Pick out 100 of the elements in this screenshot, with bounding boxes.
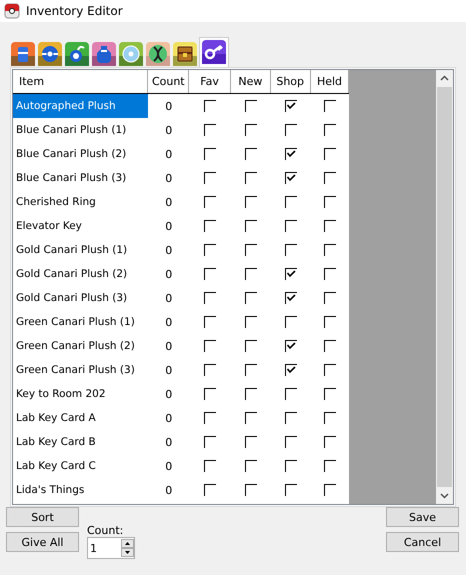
checkbox[interactable] — [244, 412, 257, 424]
checkbox[interactable] — [204, 196, 216, 208]
checkbox[interactable] — [204, 292, 216, 304]
checkbox[interactable] — [324, 172, 336, 184]
checkbox[interactable] — [244, 340, 257, 352]
checkbox[interactable] — [284, 148, 297, 160]
pocket-tab[interactable] — [172, 41, 198, 67]
checkbox[interactable] — [244, 220, 257, 232]
checkbox[interactable] — [204, 124, 216, 136]
checkbox[interactable] — [204, 340, 216, 352]
checkbox[interactable] — [244, 388, 257, 400]
scrollbar[interactable] — [436, 70, 453, 504]
checkbox[interactable] — [284, 220, 297, 232]
checkbox[interactable] — [324, 460, 336, 472]
spin-down-icon[interactable] — [121, 548, 134, 557]
checkbox[interactable] — [204, 148, 216, 160]
checkbox[interactable] — [244, 268, 257, 280]
checkbox[interactable] — [204, 268, 216, 280]
item-cell[interactable]: Elevator Key — [13, 214, 148, 238]
item-cell[interactable]: Lida's Things — [13, 478, 148, 502]
pocket-tab[interactable] — [145, 41, 171, 67]
count-spinner[interactable]: 1 — [87, 537, 135, 559]
item-cell[interactable]: Green Canari Plush (2) — [13, 334, 148, 358]
checkbox[interactable] — [284, 316, 297, 328]
checkbox[interactable] — [284, 412, 297, 424]
checkbox[interactable] — [244, 172, 257, 184]
item-cell[interactable]: Gold Canari Plush (1) — [13, 238, 148, 262]
checkbox[interactable] — [284, 436, 297, 448]
checkbox[interactable] — [324, 292, 336, 304]
checkbox[interactable] — [204, 244, 216, 256]
checkbox[interactable] — [244, 436, 257, 448]
checkbox[interactable] — [244, 148, 257, 160]
checkbox[interactable] — [284, 460, 297, 472]
checkbox[interactable] — [244, 292, 257, 304]
checkbox[interactable] — [284, 364, 297, 376]
checkbox[interactable] — [324, 364, 336, 376]
checkbox[interactable] — [244, 100, 257, 112]
checkbox[interactable] — [204, 100, 216, 112]
column-header[interactable]: Shop — [270, 70, 311, 93]
item-cell[interactable]: Gold Canari Plush (2) — [13, 262, 148, 286]
checkbox[interactable] — [324, 340, 336, 352]
checkbox[interactable] — [244, 244, 257, 256]
item-cell[interactable]: Blue Canari Plush (2) — [13, 142, 148, 166]
checkbox[interactable] — [284, 484, 297, 496]
item-cell[interactable]: Cherished Ring — [13, 190, 148, 214]
checkbox[interactable] — [284, 172, 297, 184]
checkbox[interactable] — [244, 364, 257, 376]
item-cell[interactable]: Blue Canari Plush (3) — [13, 166, 148, 190]
item-cell[interactable]: Key to Room 202 — [13, 382, 148, 406]
column-header[interactable]: Fav — [189, 70, 231, 93]
checkbox[interactable] — [284, 268, 297, 280]
spin-up-icon[interactable] — [121, 539, 134, 548]
checkbox[interactable] — [204, 364, 216, 376]
checkbox[interactable] — [284, 388, 297, 400]
pocket-tab[interactable] — [199, 37, 229, 67]
checkbox[interactable] — [324, 196, 336, 208]
item-cell[interactable]: Gold Canari Plush (3) — [13, 286, 148, 310]
item-cell[interactable]: Green Canari Plush (1) — [13, 310, 148, 334]
checkbox[interactable] — [204, 460, 216, 472]
give-all-button[interactable]: Give All — [6, 532, 79, 552]
checkbox[interactable] — [244, 196, 257, 208]
checkbox[interactable] — [244, 484, 257, 496]
item-cell[interactable]: Lab Key Card A — [13, 406, 148, 430]
sort-button[interactable]: Sort — [6, 507, 79, 527]
checkbox[interactable] — [204, 316, 216, 328]
scroll-thumb[interactable] — [437, 87, 452, 487]
checkbox[interactable] — [284, 340, 297, 352]
checkbox[interactable] — [324, 484, 336, 496]
checkbox[interactable] — [324, 220, 336, 232]
checkbox[interactable] — [324, 100, 336, 112]
checkbox[interactable] — [204, 484, 216, 496]
checkbox[interactable] — [284, 196, 297, 208]
checkbox[interactable] — [244, 316, 257, 328]
item-cell[interactable]: Green Canari Plush (3) — [13, 358, 148, 382]
item-cell[interactable]: Lab Key Card C — [13, 454, 148, 478]
checkbox[interactable] — [324, 148, 336, 160]
checkbox[interactable] — [324, 412, 336, 424]
checkbox[interactable] — [324, 244, 336, 256]
checkbox[interactable] — [324, 124, 336, 136]
item-cell[interactable]: Lab Key Card B — [13, 430, 148, 454]
checkbox[interactable] — [324, 436, 336, 448]
checkbox[interactable] — [324, 268, 336, 280]
checkbox[interactable] — [204, 388, 216, 400]
column-header[interactable]: Item — [13, 70, 148, 93]
checkbox[interactable] — [204, 436, 216, 448]
checkbox[interactable] — [204, 412, 216, 424]
checkbox[interactable] — [324, 388, 336, 400]
column-header[interactable]: New — [230, 70, 271, 93]
checkbox[interactable] — [204, 172, 216, 184]
checkbox[interactable] — [244, 124, 257, 136]
checkbox[interactable] — [324, 316, 336, 328]
checkbox[interactable] — [284, 244, 297, 256]
checkbox[interactable] — [244, 460, 257, 472]
checkbox[interactable] — [284, 292, 297, 304]
checkbox[interactable] — [284, 124, 297, 136]
checkbox[interactable] — [204, 220, 216, 232]
item-cell[interactable]: Blue Canari Plush (1) — [13, 118, 148, 142]
cancel-button[interactable]: Cancel — [386, 532, 459, 552]
item-cell[interactable]: Autographed Plush — [13, 94, 148, 118]
save-button[interactable]: Save — [386, 507, 459, 527]
